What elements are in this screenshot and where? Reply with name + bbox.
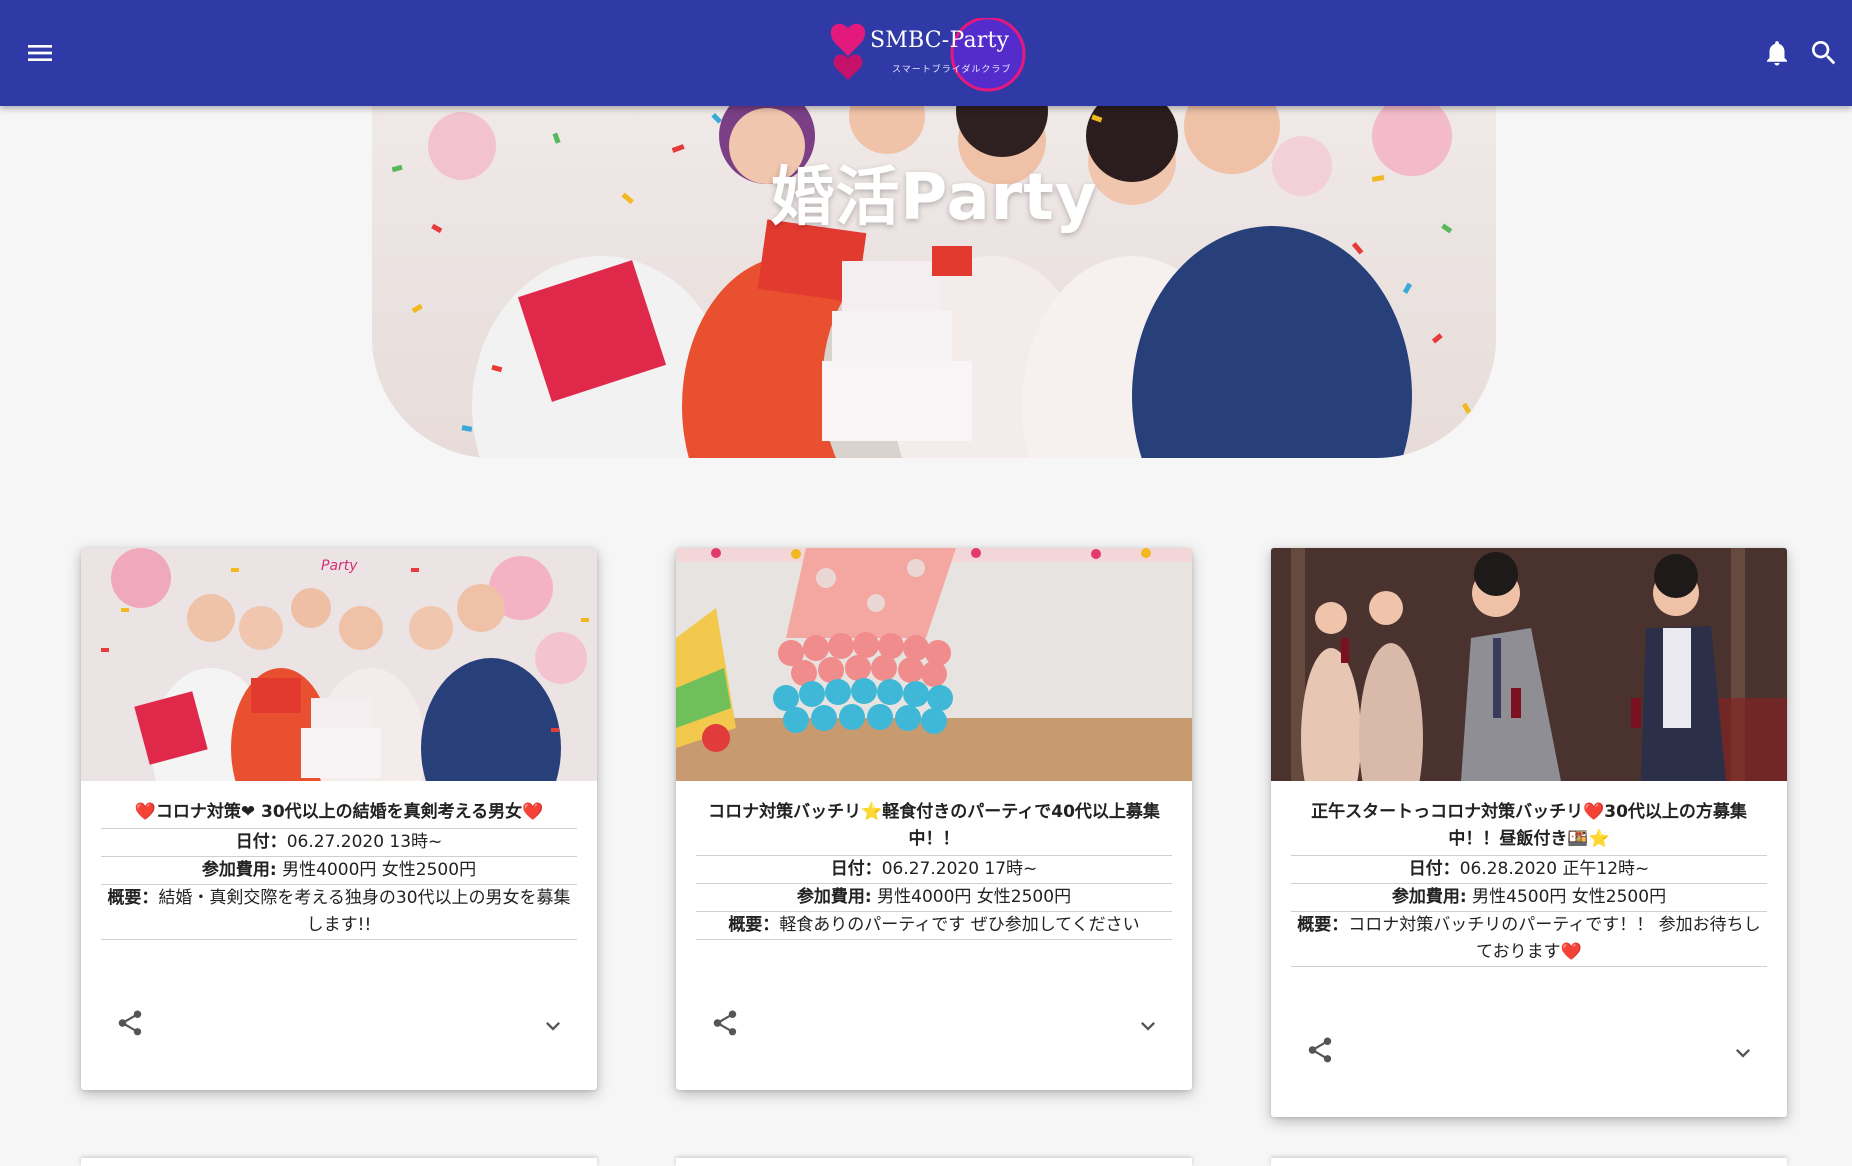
menu-button[interactable] — [24, 37, 56, 69]
svg-text:Party: Party — [321, 558, 358, 574]
event-details: コロナ対策バッチリ⭐軽食付きのパーティで40代以上募集中！！ 日付：06.27.… — [676, 781, 1192, 940]
event-summary: 概要：コロナ対策バッチリのパーティです！！ 参加お待ちしております❤️ — [1291, 912, 1767, 967]
party-hat-photo — [676, 548, 1192, 781]
search-icon — [1812, 41, 1836, 65]
event-card-peek[interactable] — [1271, 1158, 1787, 1166]
expand-button[interactable] — [539, 1012, 567, 1040]
hero-title: 婚活Party — [770, 161, 1098, 235]
event-title: 正午スタートっコロナ対策バッチリ❤️30代以上の方募集中！！昼飯付き🍱⭐ — [1291, 799, 1767, 856]
event-date: 日付：06.27.2020 13時~ — [101, 829, 577, 857]
expand-button[interactable] — [1729, 1039, 1757, 1067]
app-bar: SMBC-Party スマートブライダルクラブ — [0, 0, 1852, 106]
brand-tagline: スマートブライダルクラブ — [892, 65, 1012, 75]
party-photo: Party — [81, 548, 597, 781]
share-button[interactable] — [1305, 1035, 1335, 1065]
expand-button[interactable] — [1134, 1012, 1162, 1040]
chevron-down-icon — [546, 1022, 560, 1031]
brand-logo[interactable]: SMBC-Party スマートブライダルクラブ — [828, 10, 1028, 96]
dinner-party-photo — [1271, 548, 1787, 781]
event-summary: 概要：軽食ありのパーティです ぜひ参加してください — [696, 912, 1172, 940]
share-icon — [118, 1010, 142, 1036]
card-actions — [1271, 967, 1787, 1117]
hero-banner: 婚活Party — [372, 106, 1496, 458]
card-actions — [81, 940, 597, 1090]
event-fee: 参加費用: 男性4500円 女性2500円 — [1291, 884, 1767, 912]
event-card-3[interactable]: 正午スタートっコロナ対策バッチリ❤️30代以上の方募集中！！昼飯付き🍱⭐ 日付：… — [1271, 548, 1787, 1117]
event-image[interactable] — [1271, 548, 1787, 781]
event-card-1[interactable]: Party ❤️コロナ対策❤ 30代以上の結婚を真剣考える男女❤️ 日付：06.… — [81, 548, 597, 1090]
share-button[interactable] — [115, 1008, 145, 1038]
event-date: 日付：06.27.2020 17時~ — [696, 856, 1172, 884]
share-icon — [1308, 1037, 1332, 1063]
event-card-peek[interactable] — [81, 1158, 597, 1166]
share-button[interactable] — [710, 1008, 740, 1038]
event-image[interactable] — [676, 548, 1192, 781]
share-icon — [713, 1010, 737, 1036]
event-card-peek[interactable] — [676, 1158, 1192, 1166]
brand-name: SMBC-Party — [870, 28, 1010, 53]
event-date: 日付：06.28.2020 正午12時~ — [1291, 856, 1767, 884]
event-fee: 参加費用: 男性4000円 女性2500円 — [101, 857, 577, 885]
event-details: 正午スタートっコロナ対策バッチリ❤️30代以上の方募集中！！昼飯付き🍱⭐ 日付：… — [1271, 781, 1787, 967]
card-actions — [676, 940, 1192, 1090]
chevron-down-icon — [1736, 1049, 1750, 1058]
event-card-2[interactable]: コロナ対策バッチリ⭐軽食付きのパーティで40代以上募集中！！ 日付：06.27.… — [676, 548, 1192, 1090]
event-title: コロナ対策バッチリ⭐軽食付きのパーティで40代以上募集中！！ — [696, 799, 1172, 856]
menu-icon — [28, 45, 52, 61]
bell-icon — [1767, 41, 1787, 66]
notifications-button[interactable] — [1762, 37, 1792, 69]
event-image[interactable]: Party — [81, 548, 597, 781]
chevron-down-icon — [1141, 1022, 1155, 1031]
search-button[interactable] — [1808, 37, 1840, 69]
event-fee: 参加費用: 男性4000円 女性2500円 — [696, 884, 1172, 912]
event-summary: 概要：結婚・真剣交際を考える独身の30代以上の男女を募集します!! — [101, 885, 577, 940]
event-title: ❤️コロナ対策❤ 30代以上の結婚を真剣考える男女❤️ — [101, 799, 577, 829]
event-details: ❤️コロナ対策❤ 30代以上の結婚を真剣考える男女❤️ 日付：06.27.202… — [81, 781, 597, 940]
